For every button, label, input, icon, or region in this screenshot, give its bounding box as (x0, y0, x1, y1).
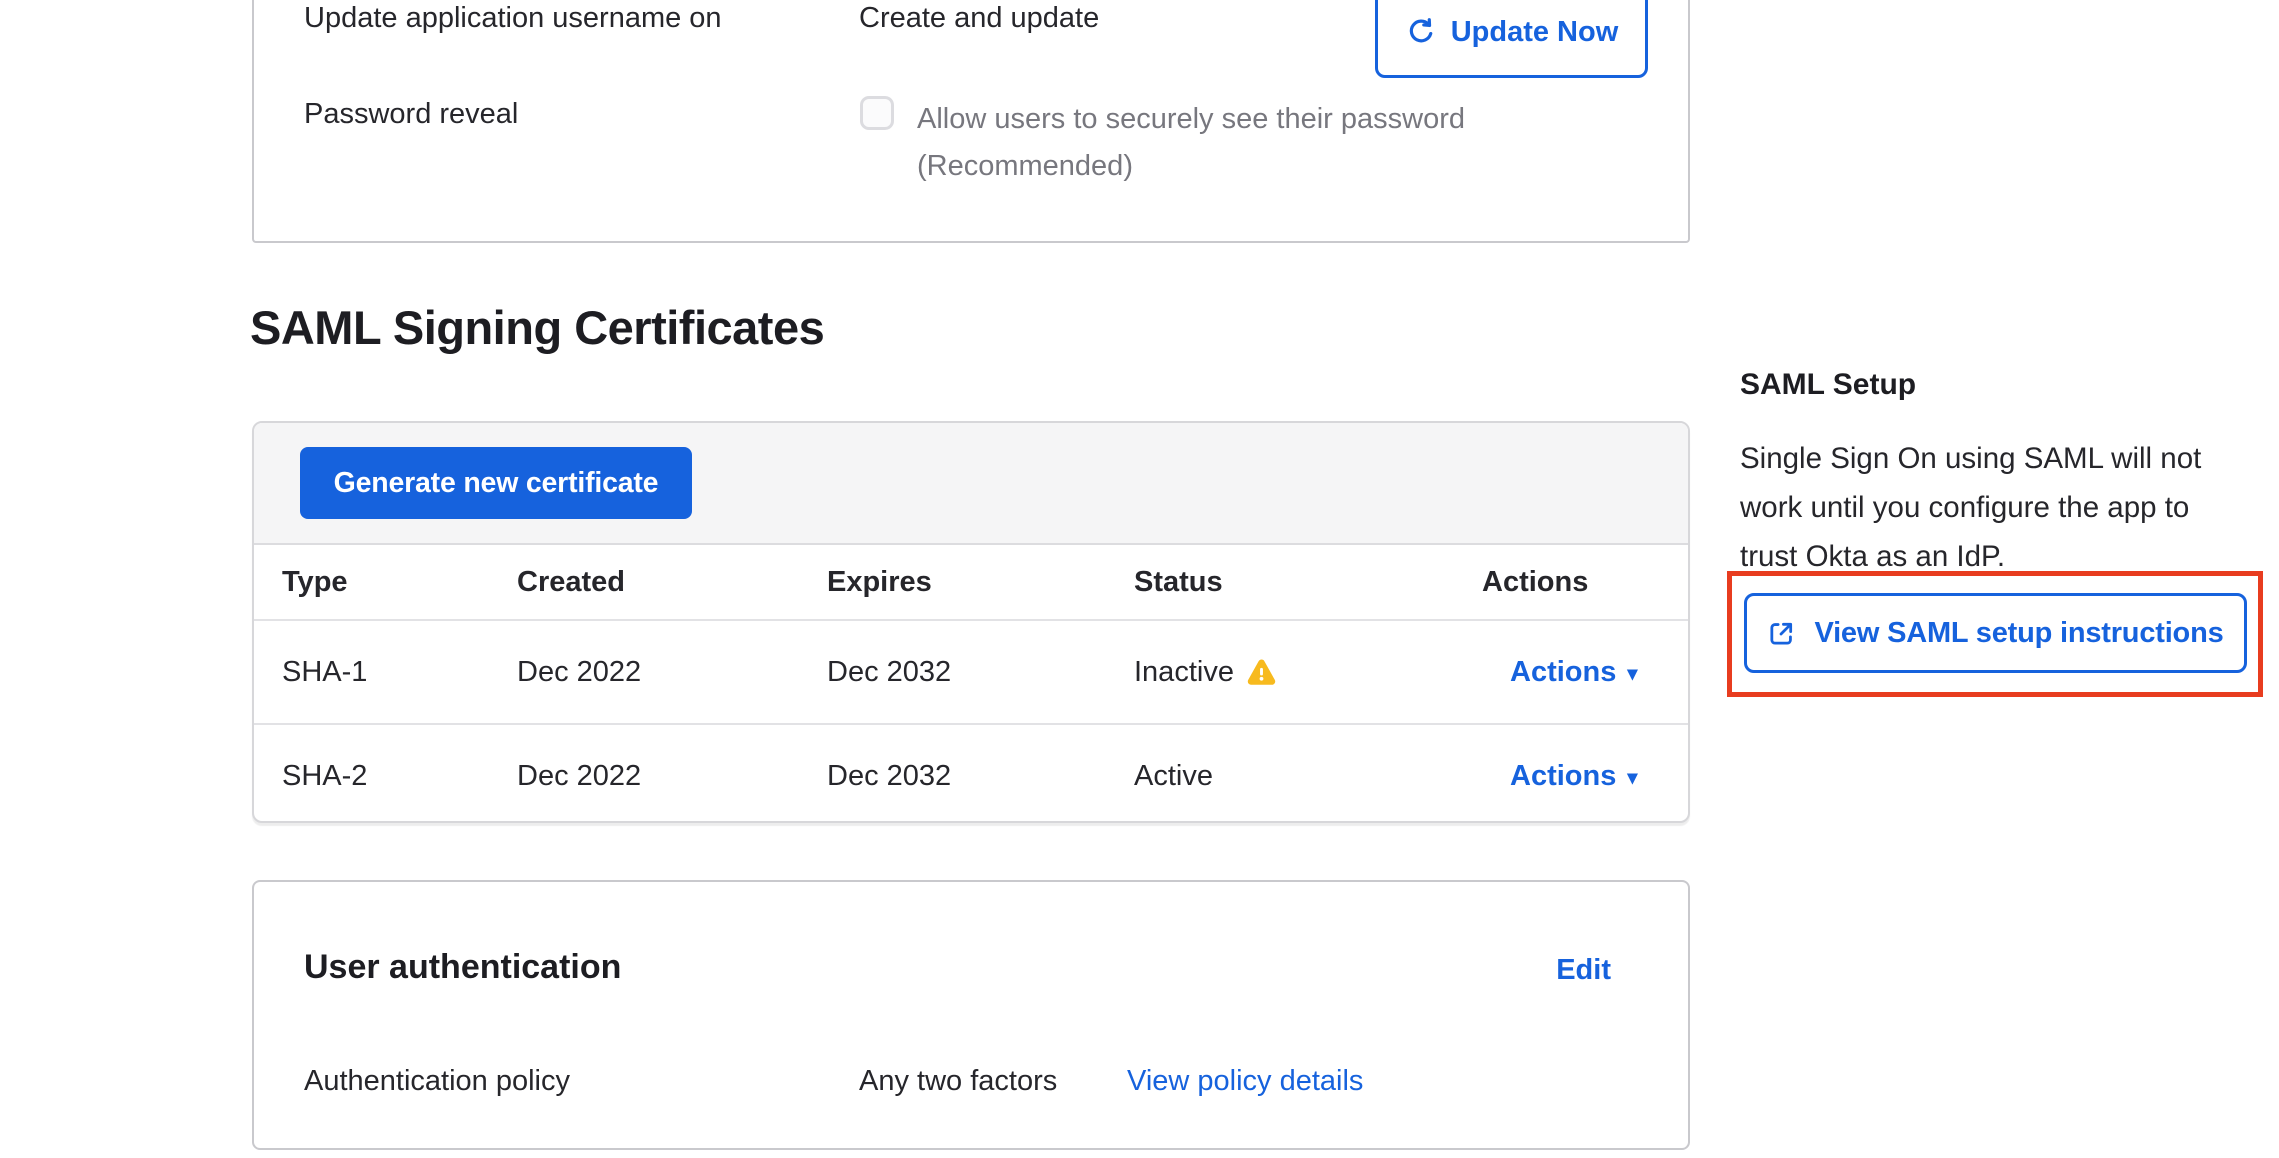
warning-icon (1247, 658, 1276, 687)
authentication-policy-row: Authentication policy Any two factors Vi… (304, 1065, 1363, 1098)
password-reveal-label: Password reveal (304, 98, 518, 131)
cert-type: SHA-2 (254, 724, 517, 823)
column-header-actions: Actions (1482, 545, 1688, 620)
column-header-status: Status (1134, 545, 1482, 620)
authentication-policy-label: Authentication policy (304, 1065, 859, 1098)
cert-expires: Dec 2032 (827, 620, 1134, 724)
view-policy-details-link[interactable]: View policy details (1127, 1065, 1363, 1098)
page-title: SAML Signing Certificates (250, 300, 824, 355)
saml-setup-title: SAML Setup (1740, 368, 1916, 402)
cert-type: SHA-1 (254, 620, 517, 724)
authentication-policy-value: Any two factors (859, 1065, 1127, 1098)
certificates-table: Type Created Expires Status Actions SHA-… (254, 545, 1688, 823)
password-reveal-checkbox[interactable] (860, 96, 894, 130)
cert-created: Dec 2022 (517, 620, 827, 724)
generate-certificate-button[interactable]: Generate new certificate (300, 447, 692, 519)
caret-down-icon: ▾ (1627, 765, 1637, 790)
status-badge: Inactive (1134, 656, 1276, 689)
caret-down-icon: ▾ (1627, 661, 1637, 686)
column-header-created: Created (517, 545, 827, 620)
update-now-button[interactable]: Update Now (1375, 0, 1648, 78)
view-saml-setup-instructions-button[interactable]: View SAML setup instructions (1744, 593, 2247, 673)
app-settings-card: Update application username on Create an… (252, 0, 1690, 243)
column-header-expires: Expires (827, 545, 1134, 620)
external-link-icon (1767, 619, 1796, 648)
refresh-icon (1405, 16, 1437, 48)
actions-dropdown[interactable]: Actions ▾ (1510, 656, 1637, 689)
view-saml-setup-label: View SAML setup instructions (1814, 617, 2223, 650)
certificates-card: Generate new certificate Type Created Ex… (252, 421, 1690, 823)
table-row: SHA-1 Dec 2022 Dec 2032 Inactive (254, 620, 1688, 724)
password-reveal-description: Allow users to securely see their passwo… (917, 96, 1465, 190)
status-badge: Active (1134, 760, 1213, 793)
okta-app-settings-screen: Update application username on Create an… (0, 0, 2279, 1158)
saml-setup-description: Single Sign On using SAML will not work … (1740, 434, 2201, 581)
actions-dropdown[interactable]: Actions ▾ (1510, 760, 1637, 793)
cert-expires: Dec 2032 (827, 724, 1134, 823)
update-now-label: Update Now (1451, 16, 1619, 49)
username-update-label: Update application username on (304, 2, 722, 35)
table-row: SHA-2 Dec 2022 Dec 2032 Active Actions ▾ (254, 724, 1688, 823)
edit-link[interactable]: Edit (1556, 954, 1611, 987)
certificates-card-header: Generate new certificate (254, 423, 1688, 545)
column-header-type: Type (254, 545, 517, 620)
cert-created: Dec 2022 (517, 724, 827, 823)
username-update-value: Create and update (859, 2, 1099, 35)
table-header-row: Type Created Expires Status Actions (254, 545, 1688, 620)
user-authentication-card: User authentication Edit Authentication … (252, 880, 1690, 1150)
user-authentication-title: User authentication (304, 948, 621, 987)
